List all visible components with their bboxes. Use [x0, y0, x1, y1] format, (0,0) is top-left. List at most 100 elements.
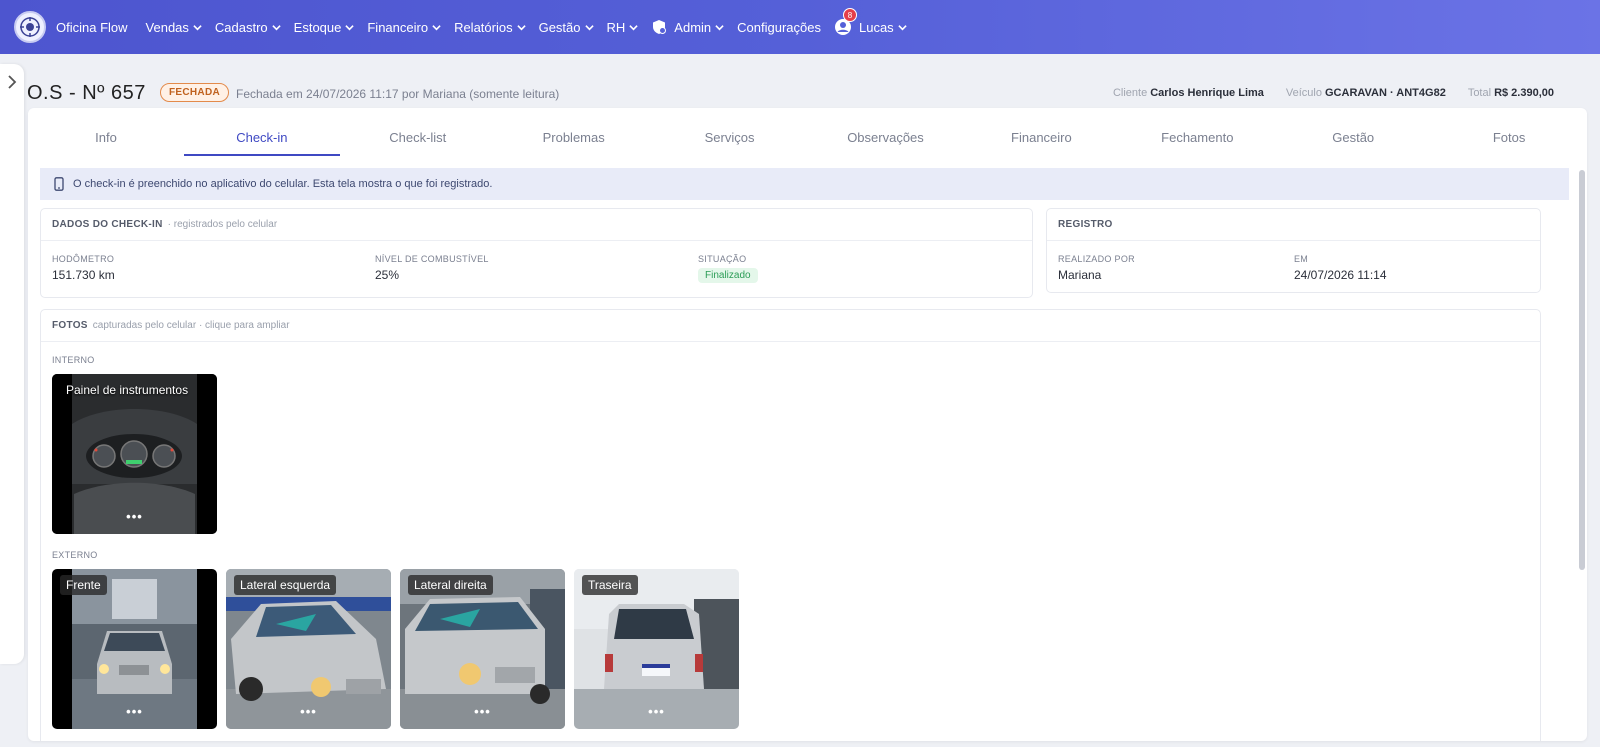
fuel-field: NÍVEL DE COMBUSTÍVEL 25% [375, 254, 489, 282]
closed-info-text: Fechada em 24/07/2026 11:17 por Mariana … [236, 87, 560, 101]
photo-lateral-direita[interactable]: Lateral direita ••• [400, 569, 565, 729]
photo-painel[interactable]: Painel de instrumentos ••• [52, 374, 217, 534]
photo-frente[interactable]: Frente ••• [52, 569, 217, 729]
performed-by-value: Mariana [1058, 268, 1102, 282]
top-navbar: Oficina Flow Vendas Cadastro Estoque Fin… [0, 0, 1600, 54]
performed-by-field: REALIZADO POR Mariana [1058, 254, 1135, 282]
photos-panel-subtitle: capturadas pelo celular · clique para am… [92, 320, 290, 331]
client-label: Cliente [1112, 87, 1148, 99]
order-card: Info Check-in Check-list Problemas Servi… [28, 108, 1587, 741]
tab-servicos[interactable]: Serviços [652, 108, 808, 160]
scrollbar[interactable] [1579, 170, 1585, 570]
odometer-value: 151.730 km [52, 268, 115, 282]
sidebar-collapsed [0, 64, 24, 664]
vehicle-meta: Veículo GCARAVAN · ANT4G82 [1286, 87, 1446, 99]
tab-info[interactable]: Info [28, 108, 184, 160]
more-options-icon[interactable]: ••• [648, 704, 665, 719]
vehicle-label: Veículo [1285, 87, 1322, 99]
tab-fotos[interactable]: Fotos [1431, 108, 1587, 160]
photo-label: Lateral direita [408, 575, 493, 595]
fuel-label: NÍVEL DE COMBUSTÍVEL [375, 254, 489, 264]
performed-at-field: EM 24/07/2026 11:14 [1294, 254, 1387, 282]
nav-admin[interactable]: Admin [651, 19, 724, 35]
vehicle-value: GCARAVAN · ANT4G82 [1325, 87, 1446, 99]
nav-vendas[interactable]: Vendas [146, 20, 202, 35]
info-banner: O check-in é preenchido no aplicativo do… [40, 168, 1569, 200]
nav-estoque[interactable]: Estoque [294, 20, 355, 35]
nav-configuracoes-label: Configurações [737, 19, 821, 35]
tab-fechamento[interactable]: Fechamento [1119, 108, 1275, 160]
chevron-down-icon [584, 24, 594, 30]
status-badge: FECHADA [160, 83, 229, 102]
more-options-icon[interactable]: ••• [126, 509, 143, 524]
brand-name: Oficina Flow [56, 19, 128, 35]
total-value: R$ 2.390,00 [1494, 87, 1554, 99]
performed-at-value: 24/07/2026 11:14 [1294, 268, 1387, 282]
registro-panel-title: REGISTRO [1058, 219, 1113, 230]
more-options-icon[interactable]: ••• [300, 704, 317, 719]
chevron-right-icon[interactable] [5, 74, 19, 90]
notification-badge: 8 [842, 8, 857, 22]
nav-configuracoes[interactable]: Configurações [737, 20, 821, 35]
tab-problemas[interactable]: Problemas [496, 108, 652, 160]
tab-gestao[interactable]: Gestão [1275, 108, 1431, 160]
brand-logo-icon [14, 11, 46, 43]
chevron-down-icon [345, 24, 355, 30]
internal-section-label: INTERNO [52, 355, 95, 365]
nav-relatorios[interactable]: Relatórios [454, 20, 526, 35]
odometer-label: HODÔMETRO [52, 254, 115, 264]
photo-label: Traseira [582, 575, 638, 595]
more-options-icon[interactable]: ••• [126, 704, 143, 719]
checkin-panel-title: DADOS DO CHECK-IN [52, 219, 163, 230]
chevron-down-icon [516, 24, 526, 30]
nav-gestao-label: Gestão [538, 19, 581, 35]
chevron-down-icon [898, 24, 907, 30]
status-field: SITUAÇÃO Finalizado [698, 254, 758, 283]
odometer-field: HODÔMETRO 151.730 km [52, 254, 115, 282]
photo-label: Painel de instrumentos [66, 383, 189, 397]
brand[interactable]: Oficina Flow [14, 11, 128, 43]
page-title: O.S - Nº 657 [27, 82, 146, 104]
status-finalizado-badge: Finalizado [698, 268, 758, 283]
chevron-down-icon [432, 24, 441, 30]
order-meta: Cliente Carlos Henrique Lima Veículo GCARA… [1113, 87, 1554, 99]
nav-user-menu[interactable]: 8 Lucas [834, 8, 907, 36]
tab-check-list[interactable]: Check-list [340, 108, 496, 160]
tab-check-in[interactable]: Check-in [183, 108, 340, 160]
nav-gestao[interactable]: Gestão [539, 20, 594, 35]
nav-admin-label: Admin [674, 19, 712, 35]
chevron-down-icon [629, 24, 638, 30]
photo-lateral-esquerda[interactable]: Lateral esquerda ••• [226, 569, 391, 729]
tab-observacoes[interactable]: Observações [808, 108, 964, 160]
photos-panel: FOTOS capturadas pelo celular · clique p… [40, 309, 1541, 741]
fuel-value: 25% [375, 268, 400, 282]
photos-panel-header: FOTOS capturadas pelo celular · clique p… [41, 310, 1540, 342]
nav-cadastro[interactable]: Cadastro [215, 20, 281, 35]
user-name: Lucas [858, 19, 894, 35]
nav-rh-label: RH [606, 19, 626, 35]
nav-vendas-label: Vendas [145, 19, 189, 35]
tab-bar: Info Check-in Check-list Problemas Servi… [28, 108, 1587, 160]
total-label: Total [1467, 87, 1492, 99]
client-value: Carlos Henrique Lima [1150, 87, 1264, 99]
more-options-icon[interactable]: ••• [474, 704, 491, 719]
chevron-down-icon [271, 24, 281, 30]
total-meta: Total R$ 2.390,00 [1468, 87, 1554, 99]
performed-at-label: EM [1294, 254, 1309, 264]
nav-estoque-label: Estoque [293, 19, 342, 35]
photo-label: Frente [60, 575, 107, 595]
smartphone-icon [54, 177, 64, 191]
tab-financeiro[interactable]: Financeiro [963, 108, 1119, 160]
photo-traseira[interactable]: Traseira ••• [574, 569, 739, 729]
external-section-label: EXTERNO [52, 550, 98, 560]
nav-financeiro[interactable]: Financeiro [367, 20, 441, 35]
client-meta: Cliente Carlos Henrique Lima [1113, 87, 1264, 99]
photo-label: Lateral esquerda [234, 575, 337, 595]
nav-financeiro-label: Financeiro [367, 19, 429, 35]
checkin-panel-subtitle: · registrados pelo celular [167, 219, 278, 230]
photos-panel-title: FOTOS [52, 320, 88, 331]
performed-by-label: REALIZADO POR [1058, 254, 1135, 264]
nav-rh[interactable]: RH [607, 20, 639, 35]
shield-icon [653, 20, 667, 34]
registro-panel-header: REGISTRO [1047, 209, 1540, 241]
